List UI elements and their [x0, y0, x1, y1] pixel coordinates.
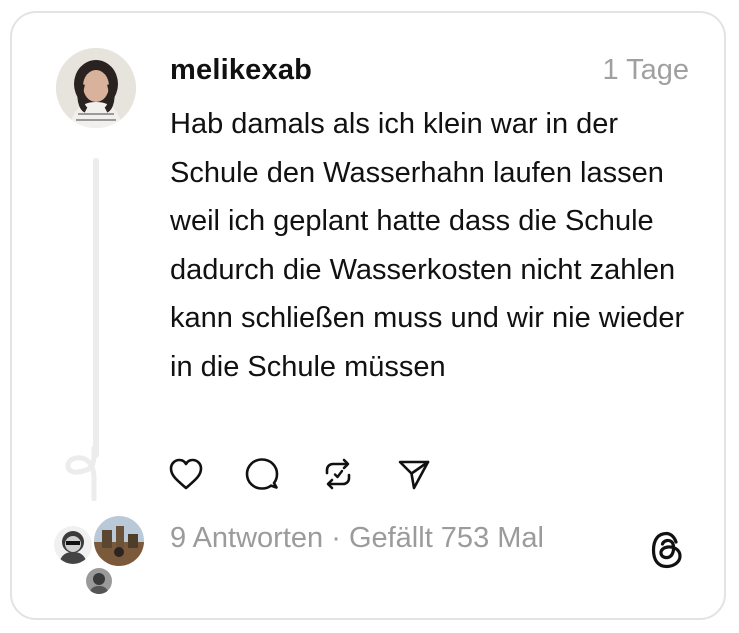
author-avatar-image: [56, 48, 136, 128]
replier-avatar-3[interactable]: [84, 566, 114, 596]
replier-avatar-image: [94, 516, 144, 566]
replier-avatar-image: [86, 568, 112, 594]
replies-count-link[interactable]: 9 Antworten: [170, 522, 323, 554]
like-button[interactable]: [166, 454, 206, 494]
heart-icon: [169, 458, 203, 490]
replier-avatar-image: [54, 526, 92, 564]
send-icon: [398, 460, 430, 490]
reply-button[interactable]: [242, 454, 282, 494]
thread-loop-icon: [65, 446, 97, 501]
stats-separator: ·: [323, 522, 349, 554]
post-text: Hab damals als ich klein war in der Schu…: [170, 108, 685, 383]
replier-avatar-2[interactable]: [92, 514, 146, 568]
post-timestamp: 1 Tage: [602, 54, 689, 86]
repost-button[interactable]: [318, 454, 358, 494]
post-stats: 9 Antworten · Gefällt 753 Mal: [170, 522, 544, 555]
post-actions: [166, 452, 434, 496]
author-avatar[interactable]: [56, 48, 136, 128]
thread-connector-line: [93, 158, 99, 458]
share-button[interactable]: [394, 454, 434, 494]
post-username[interactable]: melikexab: [170, 54, 312, 87]
comment-bubble-icon: [245, 458, 279, 490]
replier-avatar-1[interactable]: [52, 524, 94, 566]
threads-logo-icon[interactable]: [649, 530, 685, 570]
repost-icon: [325, 458, 351, 490]
likes-count-link[interactable]: Gefällt 753 Mal: [349, 522, 544, 554]
